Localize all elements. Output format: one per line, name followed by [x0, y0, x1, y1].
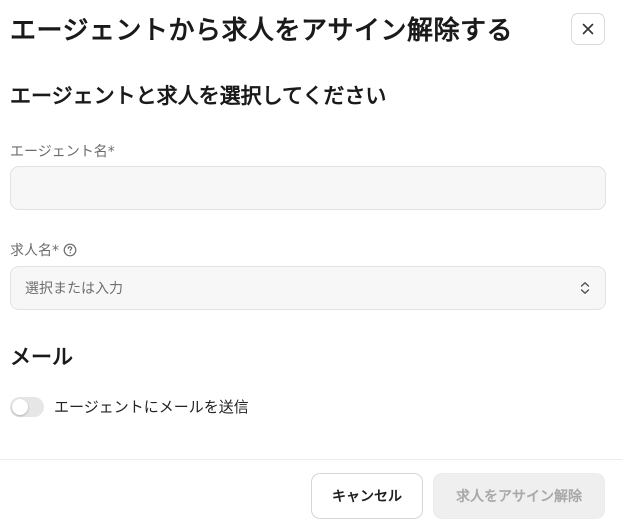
cancel-button[interactable]: キャンセル [311, 473, 423, 519]
agent-name-input[interactable] [10, 166, 606, 210]
unassign-job-button[interactable]: 求人をアサイン解除 [433, 473, 605, 519]
job-name-placeholder: 選択または入力 [25, 281, 123, 297]
email-section-heading: メール [10, 345, 73, 369]
send-email-toggle[interactable] [10, 396, 44, 417]
unassign-job-dialog: エージェントから求人をアサイン解除する エージェントと求人を選択してください エ… [0, 0, 622, 530]
job-name-label-text: 求人名* [10, 243, 59, 259]
agent-name-label-text: エージェント名* [10, 144, 115, 160]
question-circle-icon[interactable] [63, 243, 77, 257]
footer-divider [0, 459, 622, 460]
job-name-select[interactable]: 選択または入力 [10, 266, 606, 310]
job-name-label: 求人名* [10, 240, 77, 260]
send-email-toggle-row: エージェントにメールを送信 [10, 396, 249, 417]
dialog-title: エージェントから求人をアサイン解除する [10, 16, 513, 46]
agent-name-label: エージェント名* [10, 141, 115, 161]
close-icon [582, 23, 594, 35]
toggle-knob [12, 398, 28, 415]
selection-section-heading: エージェントと求人を選択してください [10, 84, 387, 108]
close-button[interactable] [571, 13, 605, 45]
send-email-toggle-label: エージェントにメールを送信 [54, 398, 249, 416]
chevron-up-down-icon [580, 282, 590, 294]
